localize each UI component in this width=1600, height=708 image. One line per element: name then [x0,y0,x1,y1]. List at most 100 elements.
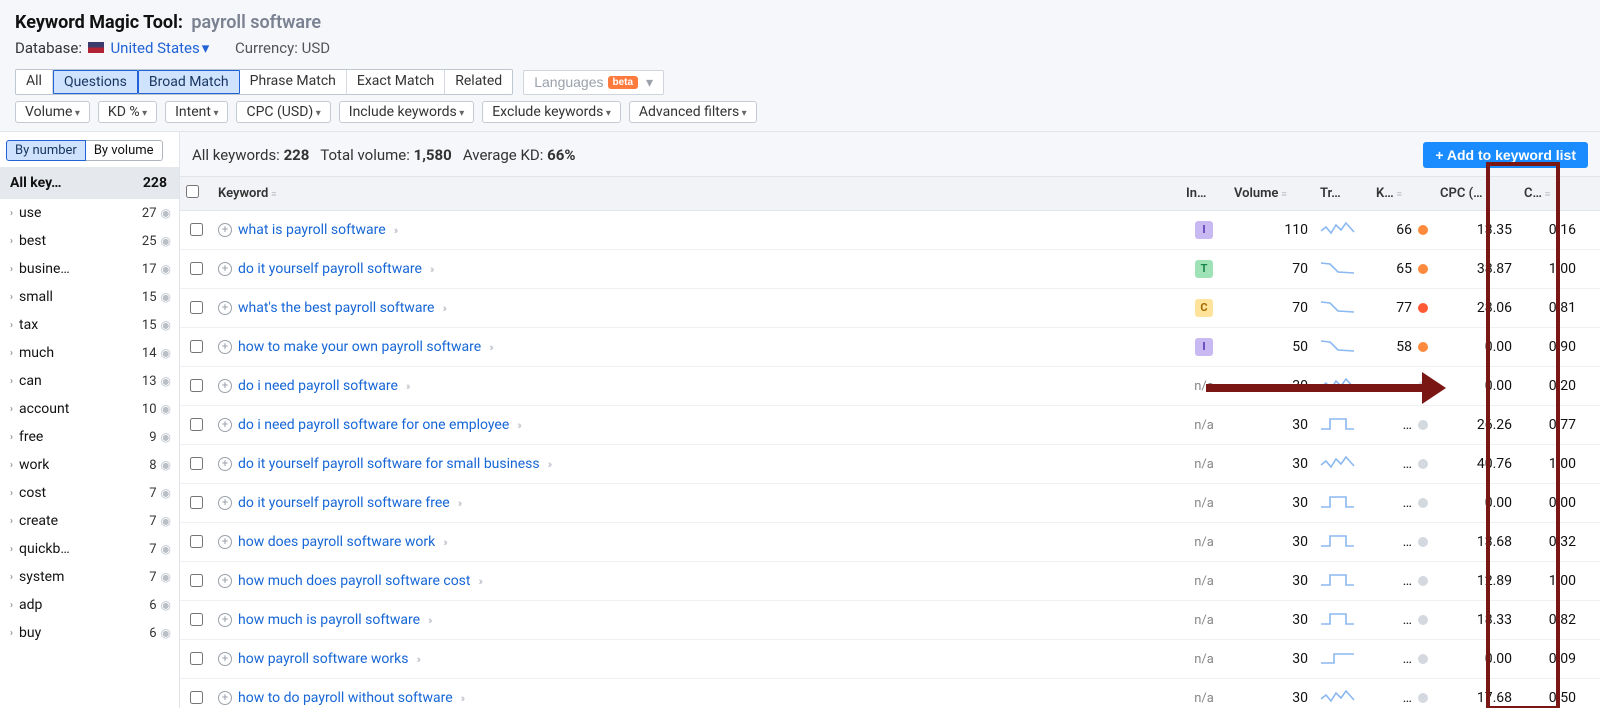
row-checkbox[interactable] [190,379,203,392]
eye-icon[interactable]: ◉ [161,290,171,304]
expand-icon[interactable]: + [218,691,232,705]
expand-icon[interactable]: + [218,379,232,393]
filter-cpc-usd-[interactable]: CPC (USD) [236,101,330,123]
row-checkbox[interactable] [190,223,203,236]
row-checkbox[interactable] [190,340,203,353]
row-checkbox[interactable] [190,613,203,626]
sidebar-all-keywords[interactable]: All key… 228 [0,167,179,199]
expand-icon[interactable]: + [218,223,232,237]
open-icon[interactable]: ›› [428,614,431,627]
expand-icon[interactable]: + [218,574,232,588]
match-tab-all[interactable]: All [16,70,53,94]
keyword-link[interactable]: how to make your own payroll software [238,339,481,355]
open-icon[interactable]: ›› [489,341,492,354]
languages-button[interactable]: Languagesbeta ▾ [523,70,664,95]
eye-icon[interactable]: ◉ [161,234,171,248]
keyword-link[interactable]: do it yourself payroll software free [238,495,450,511]
sidebar-group-system[interactable]: ›system7◉ [0,563,179,591]
add-to-keyword-list-button[interactable]: Add to keyword list [1423,142,1588,168]
eye-icon[interactable]: ◉ [161,402,171,416]
match-tab-phrase-match[interactable]: Phrase Match [240,70,347,94]
keyword-link[interactable]: do it yourself payroll software for smal… [238,456,540,472]
keyword-link[interactable]: do i need payroll software for one emplo… [238,417,509,433]
filter-include-keywords[interactable]: Include keywords [339,101,474,123]
match-tab-questions[interactable]: Questions [53,70,138,94]
row-checkbox[interactable] [190,457,203,470]
select-all-checkbox[interactable] [186,185,199,198]
sidebar-group-much[interactable]: ›much14◉ [0,339,179,367]
eye-icon[interactable]: ◉ [161,458,171,472]
open-icon[interactable]: ›› [443,536,446,549]
eye-icon[interactable]: ◉ [161,598,171,612]
open-icon[interactable]: ›› [416,653,419,666]
eye-icon[interactable]: ◉ [161,486,171,500]
eye-icon[interactable]: ◉ [161,206,171,220]
col-volume[interactable]: Volume≡ [1228,177,1314,211]
row-checkbox[interactable] [190,418,203,431]
expand-icon[interactable]: + [218,262,232,276]
filter-volume[interactable]: Volume [15,101,90,123]
sidebar-group-tax[interactable]: ›tax15◉ [0,311,179,339]
col-checkbox[interactable] [180,177,212,211]
sidebar-group-buy[interactable]: ›buy6◉ [0,619,179,647]
expand-icon[interactable]: + [218,535,232,549]
sidebar-group-cost[interactable]: ›cost7◉ [0,479,179,507]
row-checkbox[interactable] [190,574,203,587]
sidebar-group-free[interactable]: ›free9◉ [0,423,179,451]
open-icon[interactable]: ›› [442,302,445,315]
database-dropdown[interactable]: United States▾ [110,39,209,57]
eye-icon[interactable]: ◉ [161,430,171,444]
keyword-link[interactable]: what's the best payroll software [238,300,434,316]
expand-icon[interactable]: + [218,613,232,627]
keyword-link[interactable]: what is payroll software [238,222,386,238]
col-cpc[interactable]: CPC (… [1434,177,1518,211]
expand-icon[interactable]: + [218,496,232,510]
eye-icon[interactable]: ◉ [161,374,171,388]
open-icon[interactable]: ›› [479,575,482,588]
row-checkbox[interactable] [190,691,203,704]
keyword-link[interactable]: do it yourself payroll software [238,261,422,277]
eye-icon[interactable]: ◉ [161,570,171,584]
filter-exclude-keywords[interactable]: Exclude keywords [482,101,621,123]
sidebar-group-adp[interactable]: ›adp6◉ [0,591,179,619]
keyword-link[interactable]: how to do payroll without software [238,690,453,706]
filter-kd-[interactable]: KD % [98,101,157,123]
open-icon[interactable]: ›› [458,497,461,510]
expand-icon[interactable]: + [218,652,232,666]
keyword-link[interactable]: do i need payroll software [238,378,398,394]
expand-icon[interactable]: + [218,301,232,315]
eye-icon[interactable]: ◉ [161,262,171,276]
eye-icon[interactable]: ◉ [161,346,171,360]
open-icon[interactable]: ›› [517,419,520,432]
open-icon[interactable]: ›› [406,380,409,393]
sort-by-number[interactable]: By number [6,140,86,161]
row-checkbox[interactable] [190,262,203,275]
eye-icon[interactable]: ◉ [161,514,171,528]
keyword-link[interactable]: how much does payroll software cost [238,573,471,589]
row-checkbox[interactable] [190,301,203,314]
col-settings[interactable] [1582,177,1600,211]
row-checkbox[interactable] [190,652,203,665]
sort-by-volume[interactable]: By volume [86,140,163,161]
open-icon[interactable]: ›› [430,263,433,276]
eye-icon[interactable]: ◉ [161,318,171,332]
expand-icon[interactable]: + [218,340,232,354]
sidebar-group-can[interactable]: ›can13◉ [0,367,179,395]
keyword-link[interactable]: how does payroll software work [238,534,435,550]
open-icon[interactable]: ›› [461,692,464,705]
sidebar-group-small[interactable]: ›small15◉ [0,283,179,311]
sidebar-group-account[interactable]: ›account10◉ [0,395,179,423]
row-checkbox[interactable] [190,535,203,548]
eye-icon[interactable]: ◉ [161,626,171,640]
sidebar-group-use[interactable]: ›use27◉ [0,199,179,227]
eye-icon[interactable]: ◉ [161,542,171,556]
filter-intent[interactable]: Intent [165,101,228,123]
open-icon[interactable]: ›› [548,458,551,471]
sidebar-group-work[interactable]: ›work8◉ [0,451,179,479]
match-tab-exact-match[interactable]: Exact Match [347,70,445,94]
expand-icon[interactable]: + [218,457,232,471]
col-kd[interactable]: K…≡ [1370,177,1434,211]
sidebar-group-quickb[interactable]: ›quickb…7◉ [0,535,179,563]
match-tab-related[interactable]: Related [445,70,512,94]
sidebar-group-best[interactable]: ›best25◉ [0,227,179,255]
